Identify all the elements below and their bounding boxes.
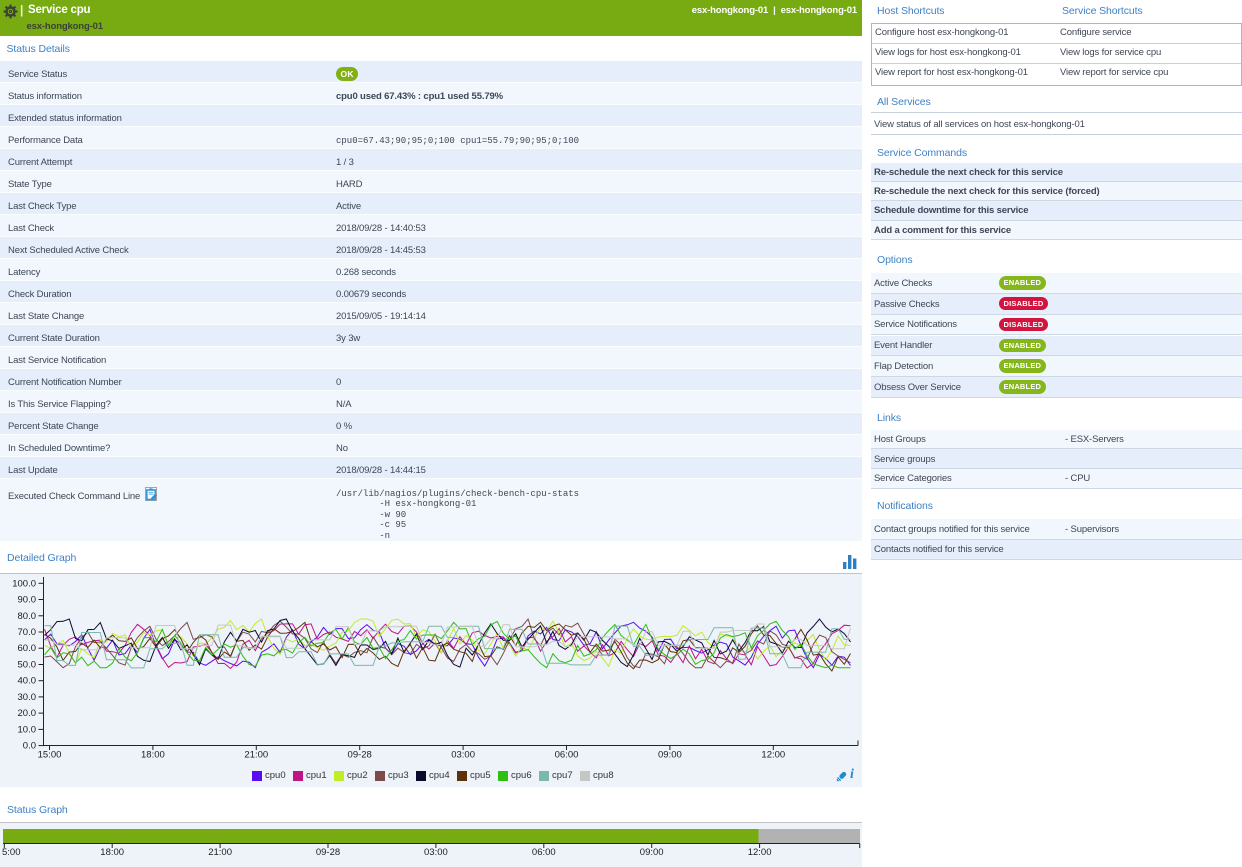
svg-text:100.0: 100.0 — [12, 578, 36, 589]
svg-text:03:00: 03:00 — [424, 847, 448, 858]
svg-text:06:00: 06:00 — [555, 750, 579, 761]
svg-text:18:00: 18:00 — [141, 750, 165, 761]
svg-text:70.0: 70.0 — [18, 627, 37, 638]
svg-text:09:00: 09:00 — [640, 847, 664, 858]
svg-text:50.0: 50.0 — [18, 660, 37, 671]
svg-text:09-28: 09-28 — [316, 847, 340, 858]
svg-text:12:00: 12:00 — [748, 847, 772, 858]
svg-text:80.0: 80.0 — [18, 611, 37, 622]
svg-text:0.0: 0.0 — [23, 741, 36, 752]
svg-text:60.0: 60.0 — [18, 643, 37, 654]
svg-text:12:00: 12:00 — [761, 750, 785, 761]
svg-text:18:00: 18:00 — [100, 847, 124, 858]
svg-text:15:00: 15:00 — [38, 750, 62, 761]
svg-text:06:00: 06:00 — [532, 847, 556, 858]
svg-text:5:00: 5:00 — [2, 847, 21, 858]
svg-text:21:00: 21:00 — [244, 750, 268, 761]
svg-text:30.0: 30.0 — [18, 692, 37, 703]
svg-text:03:00: 03:00 — [451, 750, 475, 761]
svg-text:40.0: 40.0 — [18, 676, 37, 687]
svg-text:20.0: 20.0 — [18, 708, 37, 719]
svg-text:21:00: 21:00 — [208, 847, 232, 858]
svg-text:10.0: 10.0 — [18, 724, 37, 735]
svg-text:09:00: 09:00 — [658, 750, 682, 761]
svg-text:90.0: 90.0 — [18, 595, 37, 606]
svg-text:09-28: 09-28 — [348, 750, 372, 761]
